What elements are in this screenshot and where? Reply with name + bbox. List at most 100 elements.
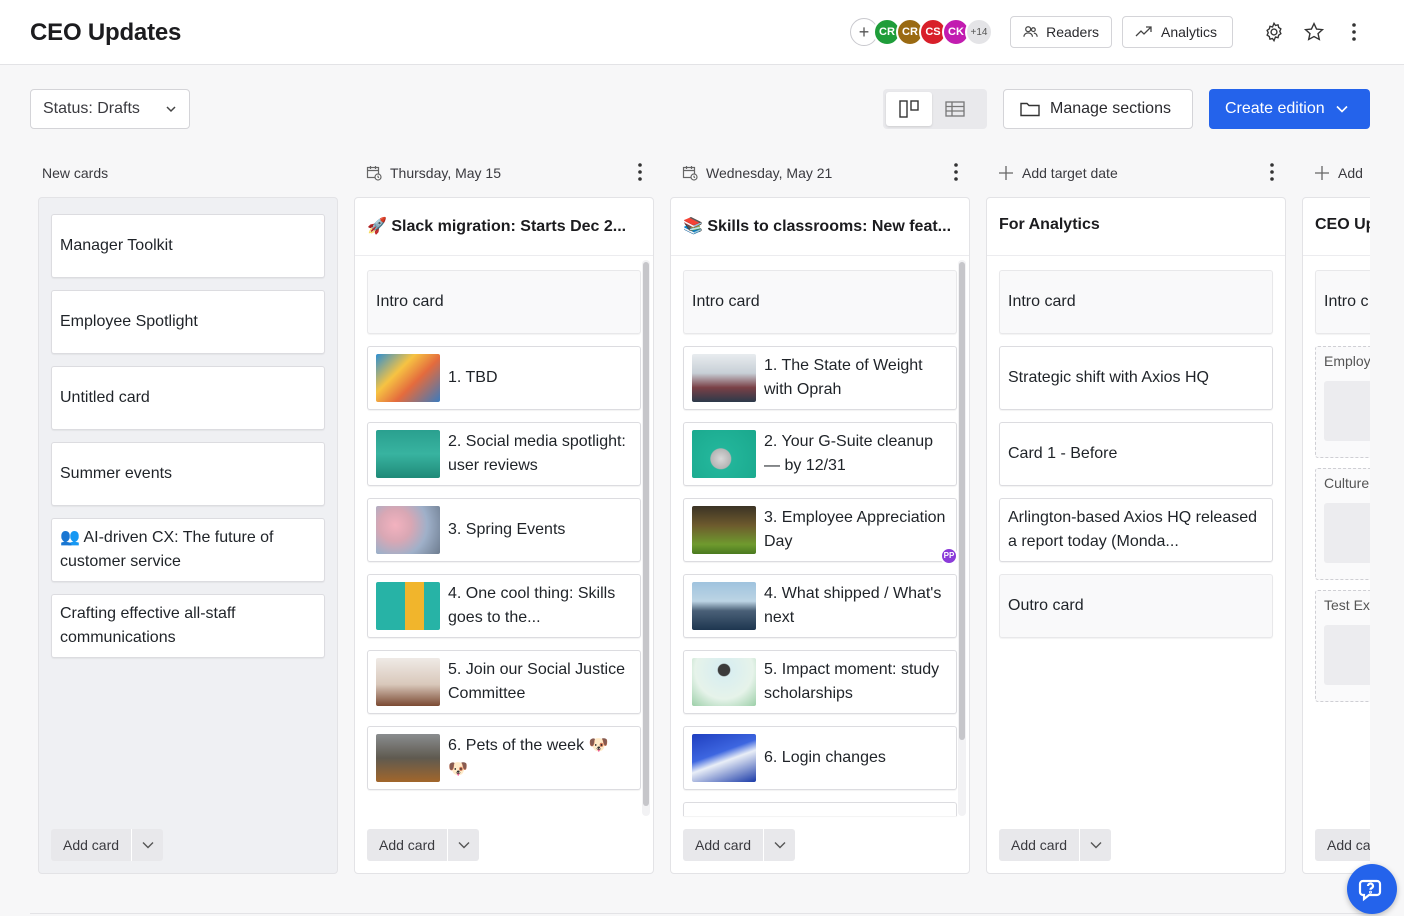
list-item[interactable]: Summer events <box>51 442 325 506</box>
list-item[interactable]: 6. Login changes <box>683 726 957 790</box>
list-item[interactable]: 1. The State of Weight with Oprah <box>683 346 957 410</box>
list-item[interactable]: 2. Social media spotlight: user reviews <box>367 422 641 486</box>
analytics-label: Analytics <box>1161 24 1218 40</box>
top-bar: CEO Updates + CR CR CS CK +14 Readers An… <box>0 0 1404 65</box>
add-card-menu-button[interactable] <box>131 829 164 861</box>
edition-title[interactable]: 🚀 Slack migration: Starts Dec 2... <box>367 216 641 236</box>
column-body: 📚 Skills to classrooms: New feat... Intr… <box>670 197 970 874</box>
status-filter-label: Status: Drafts <box>43 100 140 117</box>
section-placeholder[interactable]: Test Ex <box>1315 590 1370 702</box>
list-item[interactable]: 👥 AI-driven CX: The future of customer s… <box>51 518 325 582</box>
add-card-menu-button[interactable] <box>1079 829 1112 861</box>
status-filter-dropdown[interactable]: Status: Drafts <box>30 89 190 129</box>
column-new-cards: New cards Manager Toolkit Employee Spotl… <box>38 150 338 874</box>
edition-title[interactable]: For Analytics <box>999 216 1273 234</box>
card-thumbnail <box>692 354 756 402</box>
column-wednesday-may-21: Wednesday, May 21 📚 Skills to classrooms… <box>670 150 970 874</box>
list-item[interactable]: 1. TBD <box>367 346 641 410</box>
column-body: Manager Toolkit Employee Spotlight Untit… <box>38 197 338 874</box>
card-thumbnail <box>376 734 440 782</box>
list-item[interactable]: Intro card <box>683 270 957 334</box>
chevron-down-icon <box>458 842 470 849</box>
card-title: Intro card <box>1008 293 1076 310</box>
column-for-analytics: Add target date For Analytics Intro card… <box>986 150 1286 874</box>
list-item[interactable]: Arlington-based Axios HQ released a repo… <box>999 498 1273 562</box>
favorite-button[interactable] <box>1300 18 1328 46</box>
list-item[interactable]: 3. Spring Events <box>367 498 641 562</box>
add-card-button[interactable]: Add card <box>367 829 448 861</box>
list-item[interactable]: Intro card <box>367 270 641 334</box>
card-thumbnail <box>692 506 756 554</box>
card-thumbnail <box>376 430 440 478</box>
add-card-control: Add card <box>999 829 1112 861</box>
card-title: Intro card <box>376 293 444 310</box>
star-icon <box>1303 21 1325 41</box>
add-target-date-button[interactable]: Add <box>1314 160 1370 186</box>
add-card-button[interactable]: Add ca <box>1315 829 1370 861</box>
view-toggle <box>883 89 987 129</box>
list-item[interactable]: 2. Your G-Suite cleanup — by 12/31 <box>683 422 957 486</box>
list-item[interactable]: Intro card <box>999 270 1273 334</box>
page-title: CEO Updates <box>30 19 182 46</box>
placeholder-block <box>1324 381 1370 441</box>
column-header: Wednesday, May 21 <box>682 160 982 186</box>
section-placeholder[interactable]: Employ <box>1315 346 1370 458</box>
collaborator-avatars[interactable]: + CR CR CS CK +14 <box>850 17 993 47</box>
add-target-date-button[interactable]: Add target date <box>998 160 1298 186</box>
list-item[interactable]: Card 1 - Before <box>999 422 1273 486</box>
card-title: 3. Spring Events <box>448 521 566 538</box>
list-item[interactable]: Outro card <box>999 574 1273 638</box>
card-title: 5. Impact moment: study scholarships <box>764 661 940 702</box>
more-options-button[interactable] <box>1340 18 1368 46</box>
add-card-button[interactable]: Add card <box>51 829 132 861</box>
list-item[interactable]: 4. What shipped / What's next <box>683 574 957 638</box>
assignee-avatar[interactable]: PP <box>940 547 958 565</box>
more-avatars-count[interactable]: +14 <box>965 18 993 46</box>
list-item[interactable]: Manager Toolkit <box>51 214 325 278</box>
kebab-icon[interactable] <box>1270 163 1274 181</box>
edition-title[interactable]: 📚 Skills to classrooms: New feat... <box>683 216 957 236</box>
list-item[interactable]: Untitled card <box>51 366 325 430</box>
card-title: 4. One cool thing: Skills goes to the... <box>448 585 616 626</box>
card-title: Crafting effective all-staff communicati… <box>60 605 236 646</box>
chevron-down-icon <box>774 842 786 849</box>
manage-sections-button[interactable]: Manage sections <box>1003 89 1193 129</box>
chevron-down-icon <box>142 842 154 849</box>
add-card-menu-button[interactable] <box>763 829 796 861</box>
edition-title[interactable]: CEO Up <box>1315 216 1370 234</box>
list-item[interactable]: Strategic shift with Axios HQ <box>999 346 1273 410</box>
card-thumbnail <box>692 582 756 630</box>
list-item[interactable]: Intro c <box>1315 270 1370 334</box>
kebab-icon <box>1352 23 1356 41</box>
card-thumbnail <box>376 506 440 554</box>
add-card-control: Add ca <box>1315 829 1370 861</box>
analytics-button[interactable]: Analytics <box>1122 16 1233 48</box>
scrollbar-thumb[interactable] <box>959 262 965 740</box>
list-item[interactable]: 6. Pets of the week 🐶 🐶 <box>367 726 641 790</box>
readers-button[interactable]: Readers <box>1010 16 1112 48</box>
kebab-icon[interactable] <box>954 163 958 181</box>
add-card-button[interactable]: Add card <box>683 829 764 861</box>
kebab-icon[interactable] <box>638 163 642 181</box>
settings-button[interactable] <box>1260 18 1288 46</box>
list-item[interactable]: Crafting effective all-staff communicati… <box>51 594 325 658</box>
list-item[interactable]: 5. Join our Social Justice Committee <box>367 650 641 714</box>
column-header: New cards <box>42 160 342 186</box>
plus-icon <box>999 166 1013 180</box>
list-item[interactable]: 3. Employee Appreciation Day PP <box>683 498 958 565</box>
add-card-menu-button[interactable] <box>447 829 480 861</box>
list-item[interactable] <box>683 802 957 816</box>
list-item[interactable]: Employee Spotlight <box>51 290 325 354</box>
create-edition-button[interactable]: Create edition <box>1209 89 1370 129</box>
scrollbar-thumb[interactable] <box>643 262 649 806</box>
board-view-button[interactable] <box>886 92 932 126</box>
table-view-icon <box>945 101 965 117</box>
add-card-button[interactable]: Add card <box>999 829 1080 861</box>
section-placeholder[interactable]: Culture <box>1315 468 1370 580</box>
divider <box>355 255 653 256</box>
list-item[interactable]: 4. One cool thing: Skills goes to the... <box>367 574 641 638</box>
list-item[interactable]: 5. Impact moment: study scholarships <box>683 650 957 714</box>
card-title: 6. Login changes <box>764 749 886 766</box>
help-chat-button[interactable] <box>1347 864 1397 914</box>
table-view-button[interactable] <box>932 92 978 126</box>
